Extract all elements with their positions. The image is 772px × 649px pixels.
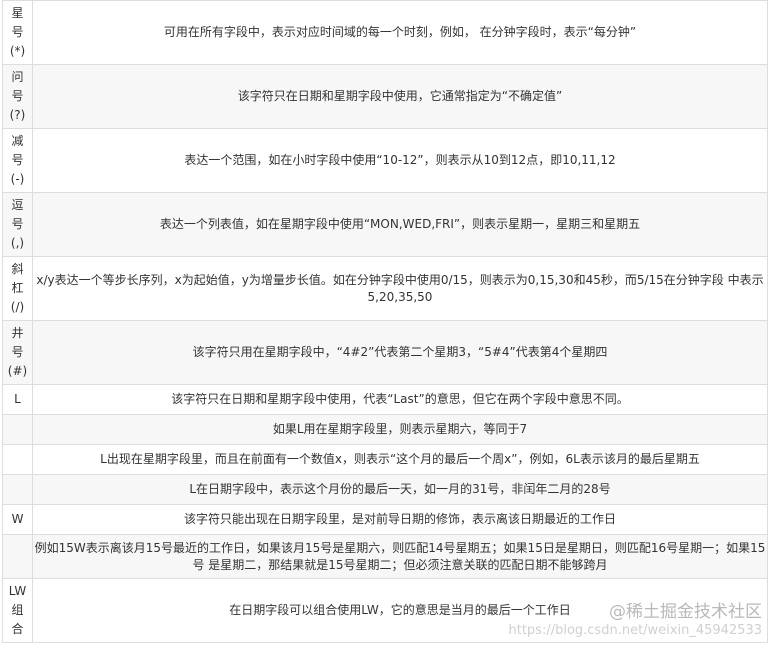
description-cell: L在日期字段中，表示这个月份的最后一天，如一月的31号，非闰年二月的28号	[32, 474, 768, 505]
description-cell: L出现在星期字段里，而且在前面有一个数值x，则表示“这个月的最后一个周x”，例如…	[32, 444, 768, 475]
symbol-cell: 斜 杠 (/)	[2, 256, 33, 321]
symbol-cell: 星 号 (*)	[2, 0, 33, 65]
description-cell: 可用在所有字段中，表示对应时间域的每一个时刻，例如， 在分钟字段时，表示“每分钟…	[32, 0, 768, 65]
watermark: @稀土掘金技术社区 https://blog.csdn.net/weixin_4…	[508, 601, 762, 639]
table-row: 减 号 (-) 表达一个范围，如在小时字段中使用“10-12”，则表示从10到1…	[2, 128, 768, 193]
symbol-cell: W	[2, 504, 33, 535]
table-row: 星 号 (*) 可用在所有字段中，表示对应时间域的每一个时刻，例如， 在分钟字段…	[2, 0, 768, 65]
description-cell: 表达一个列表值，如在星期字段中使用“MON,WED,FRI”，则表示星期一，星期…	[32, 192, 768, 257]
table-row: 井 号 (#) 该字符只用在星期字段中，“4#2”代表第二个星期3，“5#4”代…	[2, 320, 768, 385]
description-cell: 如果L用在星期字段里，则表示星期六，等同于7	[32, 414, 768, 445]
description-cell: x/y表达一个等步长序列，x为起始值，y为增量步长值。如在分钟字段中使用0/15…	[32, 256, 768, 321]
table-row: 如果L用在星期字段里，则表示星期六，等同于7	[2, 414, 768, 445]
description-cell: 该字符只在日期和星期字段中使用，它通常指定为“不确定值”	[32, 64, 768, 129]
table-row: 逗 号 (,) 表达一个列表值，如在星期字段中使用“MON,WED,FRI”，则…	[2, 192, 768, 257]
cron-special-characters-table: 星 号 (*) 可用在所有字段中，表示对应时间域的每一个时刻，例如， 在分钟字段…	[2, 0, 768, 643]
description-cell: 该字符只在日期和星期字段中使用，代表“Last”的意思，但它在两个字段中意思不同…	[32, 384, 768, 415]
symbol-cell: 减 号 (-)	[2, 128, 33, 193]
table-row: 问 号 (?) 该字符只在日期和星期字段中使用，它通常指定为“不确定值”	[2, 64, 768, 129]
symbol-cell: 问 号 (?)	[2, 64, 33, 129]
table-row: 斜 杠 (/) x/y表达一个等步长序列，x为起始值，y为增量步长值。如在分钟字…	[2, 256, 768, 321]
watermark-title: @稀土掘金技术社区	[609, 602, 762, 622]
symbol-cell: LW 组 合	[2, 578, 33, 643]
watermark-url: https://blog.csdn.net/weixin_45942533	[508, 623, 762, 638]
table-row: 例如15W表示离该月15号最近的工作日，如果该月15号是星期六，则匹配14号星期…	[2, 534, 768, 579]
table-row: L在日期字段中，表示这个月份的最后一天，如一月的31号，非闰年二月的28号	[2, 474, 768, 505]
table-row: L出现在星期字段里，而且在前面有一个数值x，则表示“这个月的最后一个周x”，例如…	[2, 444, 768, 475]
symbol-cell: L	[2, 384, 33, 415]
table-row: L 该字符只在日期和星期字段中使用，代表“Last”的意思，但它在两个字段中意思…	[2, 384, 768, 415]
symbol-cell: 井 号 (#)	[2, 320, 33, 385]
table-row: W 该字符只能出现在日期字段里，是对前导日期的修饰，表示离该日期最近的工作日	[2, 504, 768, 535]
symbol-cell	[2, 474, 33, 505]
description-cell: 表达一个范围，如在小时字段中使用“10-12”，则表示从10到12点，即10,1…	[32, 128, 768, 193]
symbol-cell	[2, 534, 33, 579]
description-cell: 该字符只能出现在日期字段里，是对前导日期的修饰，表示离该日期最近的工作日	[32, 504, 768, 535]
symbol-cell	[2, 444, 33, 475]
description-cell: 该字符只用在星期字段中，“4#2”代表第二个星期3，“5#4”代表第4个星期四	[32, 320, 768, 385]
symbol-cell	[2, 414, 33, 445]
symbol-cell: 逗 号 (,)	[2, 192, 33, 257]
description-cell: 例如15W表示离该月15号最近的工作日，如果该月15号是星期六，则匹配14号星期…	[32, 534, 768, 579]
